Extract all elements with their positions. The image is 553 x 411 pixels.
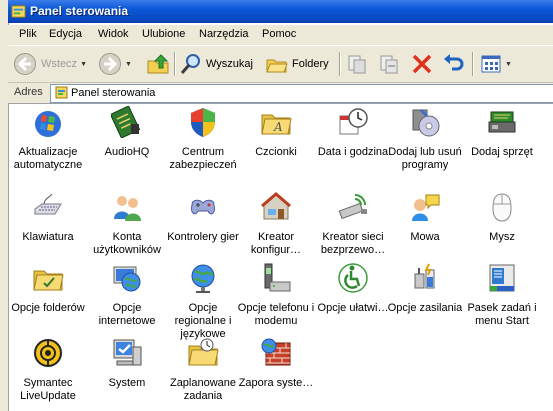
item-label: Opcje zasilania	[387, 302, 463, 314]
control-panel-small-icon	[55, 86, 68, 99]
liveupdate-icon	[32, 337, 64, 369]
address-field[interactable]: Panel sterowania	[50, 84, 553, 103]
item-label: Kreator konfigur…	[250, 231, 302, 256]
views-button[interactable]: ▼	[480, 50, 512, 78]
move-to-button[interactable]	[346, 50, 368, 78]
copy-to-button[interactable]	[378, 50, 400, 78]
item-label: Opcje regionalne i językowe	[174, 302, 232, 340]
keyboard-icon	[32, 191, 64, 223]
toolbar-separator	[472, 52, 474, 76]
back-arrow-icon	[14, 53, 36, 75]
add-hardware-icon	[486, 106, 518, 138]
item-label: Zaplanowane zadania	[169, 377, 237, 402]
item-label: Aktualizacje automatyczne	[13, 146, 83, 171]
menu-widok[interactable]: Widok	[95, 28, 132, 40]
scheduled-tasks-icon	[187, 337, 219, 369]
menu-edycja[interactable]: Edycja	[46, 28, 85, 40]
menu-ulubione[interactable]: Ulubione	[139, 28, 188, 40]
item-label: Klawiatura	[22, 231, 74, 243]
item-label: Centrum zabezpieczeń	[169, 146, 237, 171]
clock-calendar-icon	[337, 106, 369, 138]
gamepad-icon	[187, 191, 219, 223]
windows-update-icon	[32, 106, 64, 138]
address-value: Panel sterowania	[71, 87, 156, 99]
toolbar-separator	[174, 52, 176, 76]
item-label: Dodaj lub usuń programy	[388, 146, 462, 171]
folders-label: Foldery	[292, 58, 329, 70]
fonts-folder-icon: A	[260, 106, 292, 138]
views-icon	[481, 55, 501, 73]
control-panel-items: Aktualizacje automatyczne AudioHQ Centrum …	[9, 104, 553, 411]
undo-icon	[444, 54, 464, 71]
item-label: Data i godzina	[317, 146, 389, 158]
power-icon	[409, 262, 441, 294]
accessibility-icon	[337, 262, 369, 294]
menu-narzedzia[interactable]: Narzędzia	[196, 28, 252, 40]
copy-to-icon	[380, 55, 398, 74]
wireless-adapter-icon	[337, 191, 369, 223]
undo-button[interactable]	[443, 50, 465, 78]
item-label: Kontrolery gier	[167, 231, 239, 243]
circuit-board-icon	[109, 105, 143, 139]
item-label: Opcje folderów	[11, 302, 85, 314]
item-label: Symantec LiveUpdate	[20, 377, 76, 402]
forward-arrow-icon	[99, 53, 121, 75]
security-shield-icon	[187, 106, 219, 138]
folder-options-icon	[32, 262, 64, 294]
internet-globe-icon	[111, 262, 143, 294]
add-remove-programs-icon	[409, 106, 441, 138]
mouse-icon	[486, 191, 518, 223]
item-label: Kreator sieci bezprzewo…	[320, 231, 386, 256]
item-label: Pasek zadań i menu Start	[467, 302, 537, 327]
regional-globe-icon	[187, 262, 219, 294]
firewall-icon	[260, 337, 292, 369]
item-label: Zapora syste…	[238, 377, 314, 389]
item-label: Opcje internetowe	[98, 302, 156, 327]
search-icon	[180, 54, 200, 74]
delete-x-icon	[412, 54, 432, 74]
user-accounts-icon	[111, 191, 143, 223]
move-to-icon	[348, 55, 366, 74]
speech-icon	[409, 191, 441, 223]
item-label: Czcionki	[255, 146, 297, 158]
item-label: Dodaj sprzęt	[471, 146, 533, 158]
item-label: Mysz	[489, 231, 515, 243]
folders-button[interactable]: Foldery	[266, 50, 329, 78]
network-house-icon	[260, 191, 292, 223]
back-label: Wstecz	[41, 58, 78, 70]
delete-button[interactable]	[411, 50, 433, 78]
folders-icon	[266, 59, 288, 73]
address-label: Adres	[14, 86, 43, 98]
menu-pomoc[interactable]: Pomoc	[259, 28, 299, 40]
toolbar-separator	[339, 52, 341, 76]
system-monitor-icon	[111, 337, 143, 369]
back-dropdown-icon[interactable]: ▼	[80, 61, 87, 68]
item-label: Konta użytkowników	[93, 231, 161, 256]
window-title: Panel sterowania	[30, 4, 129, 18]
item-label: Opcje telefonu i modemu	[237, 302, 315, 327]
svg-text:A: A	[273, 120, 283, 134]
address-bar: Adres Panel sterowania	[8, 83, 553, 104]
item-label: System	[108, 377, 146, 389]
forward-dropdown-icon[interactable]: ▼	[125, 61, 132, 68]
toolbar: Wstecz ▼ ▼ Wyszukaj Foldery ▼	[8, 46, 553, 83]
item-label: AudioHQ	[104, 146, 150, 158]
folder-up-icon	[147, 54, 169, 74]
up-button[interactable]	[146, 50, 170, 78]
phone-modem-icon	[260, 262, 292, 294]
menu-bar: Plik Edycja Widok Ulubione Narzędzia Pom…	[8, 25, 553, 46]
title-bar[interactable]: Panel sterowania	[8, 0, 553, 23]
taskbar-icon	[486, 262, 518, 294]
control-panel-icon	[11, 5, 26, 18]
search-label: Wyszukaj	[206, 58, 253, 70]
menu-plik[interactable]: Plik	[16, 28, 40, 40]
forward-button[interactable]: ▼	[98, 50, 132, 78]
item-label: Mowa	[410, 231, 440, 243]
back-button[interactable]: Wstecz ▼	[13, 50, 87, 78]
search-button[interactable]: Wyszukaj	[180, 50, 253, 78]
views-dropdown-icon[interactable]: ▼	[505, 61, 512, 68]
item-label: Opcje ułatwi…	[317, 302, 389, 314]
